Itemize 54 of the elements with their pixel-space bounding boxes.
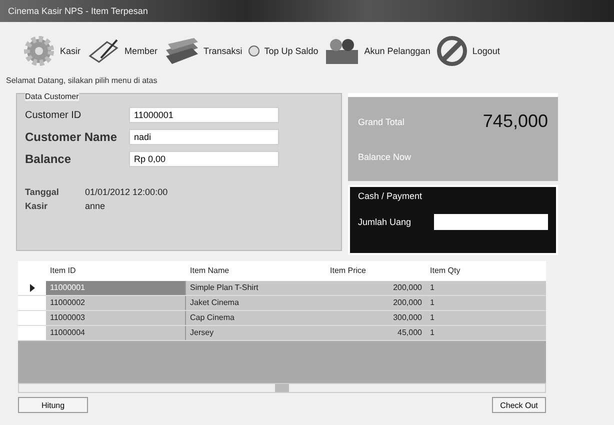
toolbar-button[interactable]: Logout	[436, 35, 500, 67]
table-cell-text: 200,000	[392, 282, 423, 294]
input-field[interactable]: Rp 0,00	[129, 151, 279, 167]
window-title: Cinema Kasir NPS - Item Terpesan	[8, 6, 148, 16]
column-header[interactable]: Item Qty	[426, 264, 546, 278]
grand-total-value: 745,000	[482, 111, 548, 132]
gear-icon	[22, 34, 56, 68]
money-stack-icon	[164, 36, 200, 66]
prohibited-icon	[436, 35, 468, 67]
field-label: Customer Name	[25, 130, 118, 144]
info-label: Kasir	[25, 201, 49, 211]
toolbar-button[interactable]: Transaksi	[164, 36, 242, 66]
toolbar-button[interactable]: Top Up Saldo	[248, 45, 318, 57]
table-cell: 11000001	[46, 281, 186, 295]
table-cell-text: Simple Plan T-Shirt	[189, 282, 260, 294]
field-label: Customer ID	[25, 110, 82, 120]
table-cell: 11000004	[46, 326, 186, 340]
table-cell: 11000003	[46, 311, 186, 325]
info-value: anne	[85, 201, 106, 211]
info-value: 01/01/2012 12:00:00	[85, 187, 168, 197]
toolbar-button[interactable]: Akun Pelanggan	[324, 36, 430, 66]
balance-label: Balance Now	[358, 152, 412, 162]
field-label: Balance	[25, 152, 72, 166]
info-label: Tanggal	[25, 187, 60, 197]
group-title: Cash / Payment	[358, 191, 422, 201]
group-title: Data Customer	[25, 92, 79, 101]
table-cell-text: 1	[429, 282, 436, 294]
table-cell-text: 1	[429, 297, 436, 309]
input-field[interactable]: 11000001	[129, 107, 279, 123]
horizontal-scrollbar[interactable]	[18, 383, 546, 393]
input-field[interactable]	[434, 214, 548, 230]
input-field[interactable]: nadi	[129, 129, 279, 145]
toolbar-button[interactable]: Kasir	[22, 34, 81, 68]
column-header[interactable]: Item ID	[46, 264, 186, 278]
calculate-button[interactable]: Hitung	[18, 397, 88, 413]
table-cell-text: 1	[429, 327, 436, 339]
field-label: Jumlah Uang	[358, 217, 412, 227]
table-cell-text: Cap Cinema	[189, 312, 236, 324]
table-cell: 11000002	[46, 296, 186, 310]
coin-icon	[248, 45, 260, 57]
table-cell-text: 200,000	[392, 297, 423, 309]
people-icon	[324, 36, 360, 66]
status-text: Selamat Datang, silakan pilih menu di atas	[5, 75, 158, 87]
checkout-button[interactable]: Check Out	[492, 397, 546, 413]
toolbar-button[interactable]: Member	[86, 36, 158, 66]
column-header[interactable]: Item Price	[326, 264, 426, 278]
table-cell-text: 300,000	[392, 312, 423, 324]
table-cell-text: 45,000	[396, 327, 423, 339]
row-header[interactable]	[18, 281, 46, 295]
table-cell-text: Jersey	[189, 327, 215, 339]
column-header[interactable]: Item Name	[186, 264, 326, 278]
table-cell-text: Jaket Cinema	[189, 297, 240, 309]
grand-total-label: Grand Total	[358, 116, 404, 126]
table-cell-text: 1	[429, 312, 436, 324]
